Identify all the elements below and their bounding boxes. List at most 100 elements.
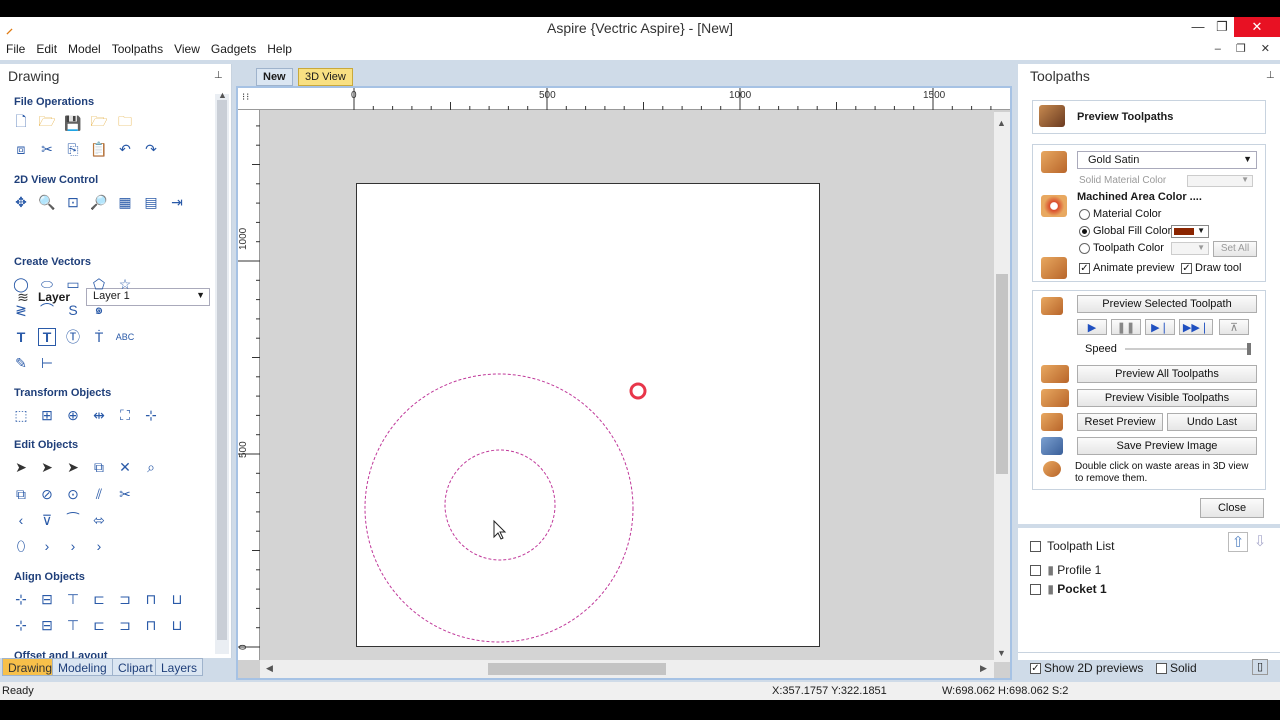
node-edit-icon[interactable]: ➤	[38, 458, 56, 476]
global-fill-color-picker[interactable]: ▼	[1171, 225, 1209, 238]
radio-material-color[interactable]: Material Color	[1079, 208, 1161, 220]
step-forward-button[interactable]: ▶❘	[1145, 319, 1175, 335]
align-right-icon[interactable]: ⊐	[116, 590, 134, 608]
pin-icon[interactable]: ⊥	[1266, 70, 1275, 81]
move-up-icon[interactable]: ⇧	[1228, 532, 1248, 552]
zoom-all-icon[interactable]: ⊡	[64, 193, 82, 211]
left-panel-scrollbar[interactable]: ▲	[215, 90, 229, 654]
spiral-icon[interactable]: ๑	[90, 301, 108, 319]
menu-view[interactable]: View	[168, 40, 205, 56]
set-size-icon[interactable]: ⊞	[38, 406, 56, 424]
panel-splitter[interactable]	[1018, 524, 1280, 528]
zoom-selection-icon[interactable]: 🔎	[90, 193, 108, 211]
tab-layers[interactable]: Layers	[155, 658, 204, 676]
menu-toolpaths[interactable]: Toolpaths	[106, 40, 168, 56]
join-icon[interactable]: ⫽	[90, 485, 108, 503]
pan-icon[interactable]: ✥	[12, 193, 30, 211]
distribute-h-icon[interactable]: ⊏	[90, 616, 108, 634]
undo-last-button[interactable]: Undo Last	[1167, 413, 1257, 431]
align-top-icon[interactable]: ⊓	[142, 590, 160, 608]
intersect-icon[interactable]: ⊙	[64, 485, 82, 503]
show-grid-icon[interactable]: ▦	[116, 193, 134, 211]
material-dropdown[interactable]: Gold Satin ▼	[1077, 151, 1257, 169]
dimension-icon[interactable]: ⊢	[38, 354, 56, 372]
text-arc-icon[interactable]: ABC	[116, 328, 135, 346]
subtract-icon[interactable]: ⊘	[38, 485, 56, 503]
curve-fit-icon[interactable]: ›	[64, 537, 82, 555]
open-file-icon[interactable]: 🗁	[38, 113, 56, 132]
star-icon[interactable]: ☆	[116, 275, 134, 293]
horizontal-scrollbar[interactable]: ◀ ▶	[260, 660, 994, 678]
solid-color-picker[interactable]: ▼	[1187, 175, 1253, 187]
space-horizontal-icon[interactable]: ⊟	[38, 616, 56, 634]
fast-forward-button[interactable]: ▶▶❘	[1179, 319, 1213, 335]
close-button[interactable]: ✕	[1234, 17, 1280, 37]
space-vertical-icon[interactable]: ⊤	[64, 616, 82, 634]
fillet-icon[interactable]: ‹	[12, 511, 30, 529]
menu-edit[interactable]: Edit	[30, 40, 62, 56]
save-icon[interactable]: 💾	[64, 114, 82, 132]
horizontal-scroll-thumb[interactable]	[488, 663, 666, 675]
distribute-v-icon[interactable]: ⊐	[116, 616, 134, 634]
polygon-icon[interactable]: ⬠	[90, 275, 108, 293]
scroll-up-icon[interactable]: ▲	[218, 90, 227, 100]
zoom-icon[interactable]: 🔍	[38, 193, 56, 211]
auto-layout-text-icon[interactable]: T	[38, 328, 56, 346]
draw-tool-checkbox[interactable]: ✓ Draw tool	[1181, 262, 1241, 274]
ruler-origin-icon[interactable]: ⁝⁝	[242, 92, 250, 103]
chamfer-icon[interactable]: ⊽	[38, 511, 56, 529]
mirror-icon[interactable]: ⇹	[90, 406, 108, 424]
scroll-thumb[interactable]	[217, 100, 227, 640]
polyline-icon[interactable]: ≷	[12, 301, 30, 319]
pin-icon[interactable]: ⊥	[214, 70, 223, 81]
material-view-icon[interactable]: ▤	[142, 193, 160, 211]
radio-toolpath-color[interactable]: Toolpath Color	[1079, 242, 1164, 254]
rotate-icon[interactable]: ⊕	[64, 406, 82, 424]
vertical-scroll-thumb[interactable]	[996, 274, 1008, 474]
vertical-scrollbar[interactable]: ▲ ▼	[994, 112, 1010, 662]
ungroup-icon[interactable]: ✕	[116, 458, 134, 476]
radio-global-fill[interactable]: Global Fill Color	[1079, 225, 1171, 237]
preview-selected-button[interactable]: Preview Selected Toolpath	[1077, 295, 1257, 313]
interactive-select-icon[interactable]: ➤	[64, 458, 82, 476]
align-bottom-icon[interactable]: ⊔	[168, 590, 186, 608]
align-left-icon[interactable]: ⊏	[90, 590, 108, 608]
select-icon[interactable]: ➤	[12, 458, 30, 476]
copy-icon[interactable]: ⎘	[64, 140, 82, 158]
text-icon[interactable]: T	[12, 328, 30, 346]
reset-preview-button[interactable]: Reset Preview	[1077, 413, 1163, 431]
ellipse-icon[interactable]: ⬭	[38, 275, 56, 293]
tab-3d-view[interactable]: 3D View	[298, 68, 353, 86]
trace-bitmap-icon[interactable]: ✎	[12, 354, 30, 372]
move-icon[interactable]: ⬚	[12, 406, 30, 424]
paste-icon[interactable]: 📋	[90, 140, 108, 158]
mdi-window-controls[interactable]: – ❐ ✕	[1215, 42, 1276, 55]
preview-visible-button[interactable]: Preview Visible Toolpaths	[1077, 389, 1257, 407]
toggle-view-icon[interactable]: ⇥	[168, 193, 186, 211]
circle-icon[interactable]: ◯	[12, 275, 30, 293]
pause-button[interactable]: ❚❚	[1111, 319, 1141, 335]
speed-slider[interactable]	[1125, 343, 1251, 355]
toolpath-summary-icon[interactable]: ▯	[1252, 659, 1268, 675]
inner-circle-vector[interactable]	[444, 449, 556, 561]
play-button[interactable]: ▶	[1077, 319, 1107, 335]
set-all-button[interactable]: Set All	[1213, 241, 1257, 257]
scroll-right-icon[interactable]: ▶	[980, 663, 987, 674]
toolpath-item[interactable]: ▮ Profile 1	[1030, 563, 1101, 577]
tab-clipart[interactable]: Clipart	[112, 658, 159, 676]
solid-checkbox[interactable]: Solid	[1156, 661, 1197, 675]
tab-modeling[interactable]: Modeling	[52, 658, 113, 676]
toolpath-color-picker[interactable]: ▼	[1171, 242, 1209, 255]
align-center-icon[interactable]: ⊹	[12, 590, 30, 608]
align-v-center-icon[interactable]: ⊤	[64, 590, 82, 608]
scroll-down-icon[interactable]: ▼	[997, 648, 1006, 658]
move-down-icon[interactable]: ⇩	[1250, 532, 1270, 550]
checkbox-icon[interactable]	[1030, 584, 1041, 596]
undo-icon[interactable]: ↶	[116, 140, 134, 158]
stack-icon[interactable]: ⊓	[142, 616, 160, 634]
maximize-button[interactable]: ❐	[1208, 17, 1236, 37]
save-preview-image-button[interactable]: Save Preview Image	[1077, 437, 1257, 455]
redo-icon[interactable]: ↷	[142, 140, 160, 158]
close-panel-button[interactable]: Close	[1200, 498, 1264, 518]
import-vectors-icon[interactable]: 🗁	[90, 113, 108, 132]
